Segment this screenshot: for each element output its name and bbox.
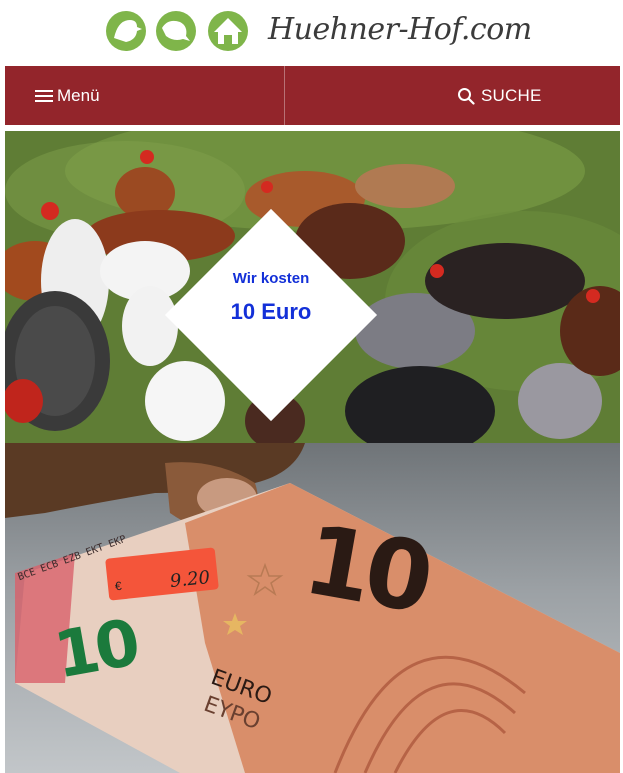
henhouse-icon bbox=[208, 11, 248, 51]
menu-button[interactable]: Menü bbox=[35, 84, 100, 108]
search-button[interactable]: SUCHE bbox=[457, 84, 542, 108]
chicken-icon bbox=[106, 11, 146, 51]
price-tag-currency: € bbox=[114, 578, 123, 594]
price-value: 10 Euro bbox=[230, 299, 312, 324]
price-badge-text: Wir kosten 10 Euro bbox=[196, 270, 346, 325]
hamburger-icon bbox=[35, 90, 53, 102]
banknote-denomination-small: 10 bbox=[49, 606, 142, 694]
price-caption: Wir kosten bbox=[232, 270, 310, 287]
banknote-denomination-large: 10 bbox=[296, 503, 436, 635]
search-icon bbox=[458, 88, 475, 105]
banknote-photo[interactable]: 9.20 € 10 10 EURO EYPO BCE ECB EZB EKT E… bbox=[5, 443, 620, 773]
chicken-eating-icon bbox=[156, 11, 196, 51]
brand-name[interactable]: Huehner-Hof.com bbox=[268, 12, 532, 47]
logo-icons[interactable] bbox=[104, 8, 254, 54]
main-nav: Menü SUCHE bbox=[5, 66, 620, 128]
site-header: Huehner-Hof.com bbox=[0, 0, 623, 66]
menu-label: Menü bbox=[57, 86, 100, 105]
search-label: SUCHE bbox=[481, 86, 542, 105]
nav-divider bbox=[284, 66, 285, 125]
price-tag-label: 9.20 bbox=[169, 566, 212, 593]
